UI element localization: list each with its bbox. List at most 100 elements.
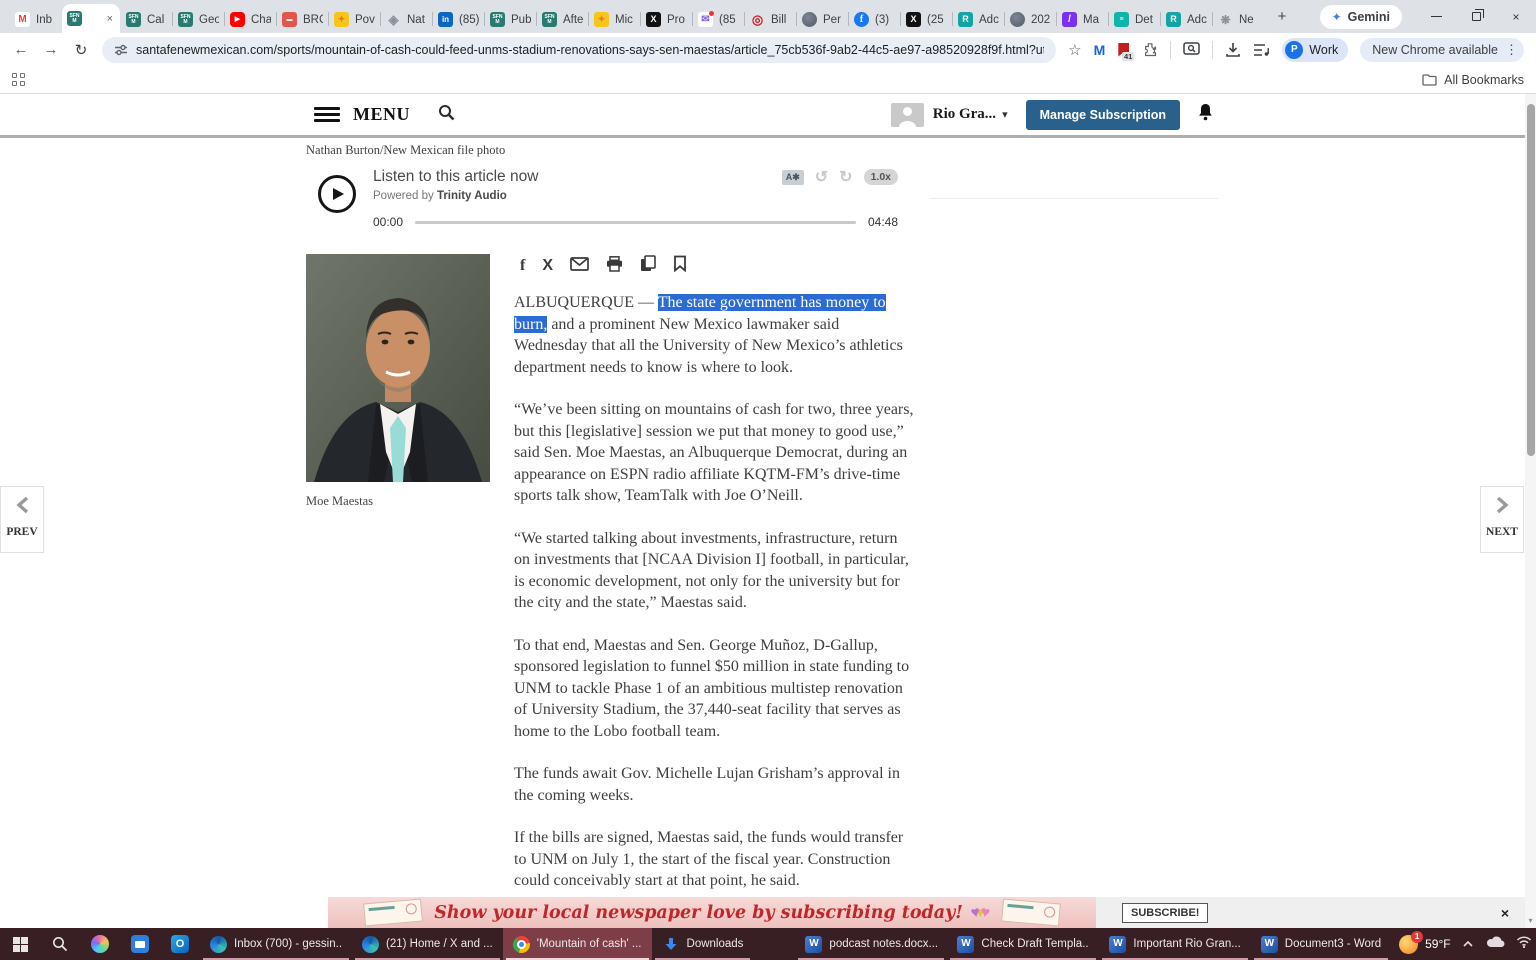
chrome-icon [513, 936, 530, 953]
youtube-favicon: ▶ [230, 12, 245, 27]
screen-search-icon[interactable] [1183, 42, 1200, 57]
browser-tab[interactable]: SFNMGeo [173, 6, 224, 33]
address-bar[interactable]: santafenewmexican.com/sports/mountain-of… [102, 37, 1056, 63]
browser-tab[interactable]: SFNMCal [121, 6, 172, 33]
browser-tab[interactable]: MInb [10, 6, 61, 33]
page-scrollbar[interactable]: ▾ [1525, 94, 1536, 928]
taskbar-copilot-button[interactable] [80, 928, 120, 960]
menu-label[interactable]: MENU [353, 104, 410, 125]
notifications-bell-icon[interactable] [1197, 103, 1214, 127]
trinity-audio-brand[interactable]: Trinity Audio [437, 190, 507, 202]
email-share-icon[interactable] [570, 257, 589, 276]
browser-tab[interactable]: f(3) [849, 6, 900, 33]
playback-rate-button[interactable]: 1.0x [864, 169, 898, 185]
tab-close-icon[interactable]: × [105, 13, 115, 25]
remote-desktop-icon [131, 935, 149, 953]
tray-chevron-up-icon[interactable] [1462, 935, 1474, 953]
site-settings-icon[interactable] [114, 43, 128, 57]
rewind-10-icon[interactable]: ↺ [815, 167, 828, 187]
toolbar-divider [1212, 41, 1213, 59]
browser-tab[interactable]: ◎Bill [745, 6, 796, 33]
restore-icon [1472, 12, 1481, 21]
profile-avatar: P [1285, 41, 1303, 59]
extensions-puzzle-icon[interactable] [1142, 42, 1158, 58]
refresh-button[interactable]: ↻ [72, 41, 90, 59]
browser-tab[interactable]: SFNMAfte [537, 6, 588, 33]
browser-tab[interactable]: ≡Det [1109, 6, 1160, 33]
taskbar-window-edge[interactable]: Inbox (700) - gessin... [200, 928, 352, 960]
browser-tab[interactable]: RAdc [1161, 6, 1212, 33]
download-icon[interactable] [1225, 42, 1241, 58]
browser-tab[interactable]: ▶Cha [225, 6, 276, 33]
window-restore-button[interactable] [1456, 0, 1496, 33]
play-button[interactable] [318, 175, 356, 213]
taskbar-window-word[interactable]: Wpodcast notes.docx... [795, 928, 947, 960]
facebook-share-icon[interactable]: f [520, 257, 525, 275]
x-share-icon[interactable]: X [542, 257, 553, 275]
taskbar-window-word[interactable]: WDocument3 - Word [1251, 928, 1391, 960]
browser-tab[interactable]: in(85) [433, 6, 484, 33]
chrome-update-chip[interactable]: New Chrome available ⋮ [1360, 38, 1524, 62]
window-close-button[interactable]: × [1496, 0, 1536, 33]
voice-settings-icon[interactable]: A✱ [782, 170, 804, 185]
copy-link-icon[interactable] [640, 255, 656, 277]
browser-tab[interactable]: ❋Ne [1213, 6, 1264, 33]
apps-grid-icon[interactable] [12, 73, 25, 86]
taskbar-window-edge[interactable]: (21) Home / X and ... [352, 928, 503, 960]
prev-article-button[interactable]: PREV [0, 486, 44, 553]
taskbar-window-chrome[interactable]: 'Mountain of cash' ... [503, 928, 652, 960]
taskbar-start-button[interactable] [0, 928, 40, 960]
gemini-button[interactable]: ✦ Gemini [1320, 5, 1402, 29]
save-bookmark-icon[interactable] [673, 255, 687, 277]
next-article-button[interactable]: NEXT [1480, 486, 1524, 553]
taskbar-remote-desktop-button[interactable] [120, 928, 160, 960]
reading-list-icon[interactable] [1253, 43, 1270, 57]
chevron-down-icon[interactable]: ▾ [1002, 108, 1008, 121]
progress-bar[interactable] [415, 221, 856, 224]
onedrive-cloud-icon[interactable] [1485, 935, 1505, 953]
browser-tab[interactable]: 202 [1005, 6, 1056, 33]
browser-tab[interactable]: ✦Mic [589, 6, 640, 33]
browser-tab[interactable]: ◈Nat [381, 6, 432, 33]
browser-tab[interactable]: X(25 [901, 6, 952, 33]
malwarebytes-extension-icon[interactable]: M [1094, 42, 1106, 58]
bookmark-star-icon[interactable]: ☆ [1068, 41, 1081, 59]
forward-button[interactable]: → [42, 41, 60, 58]
taskbar-window-downloads[interactable]: Downloads [652, 928, 754, 960]
window-minimize-button[interactable] [1416, 0, 1456, 33]
browser-tab[interactable]: /Ma [1057, 6, 1108, 33]
manage-subscription-button[interactable]: Manage Subscription [1026, 100, 1180, 130]
more-menu-icon[interactable]: ⋮ [1505, 42, 1518, 58]
taskbar-outlook-button[interactable]: O [160, 928, 200, 960]
all-bookmarks-button[interactable]: All Bookmarks [1422, 73, 1524, 87]
browser-tab-active[interactable]: SFNM× [62, 4, 120, 33]
browser-tab[interactable]: SFNMPub [485, 6, 536, 33]
hamburger-menu-icon[interactable] [314, 107, 340, 122]
forward-10-icon[interactable]: ↻ [839, 167, 852, 187]
wifi-icon[interactable] [1516, 935, 1532, 953]
browser-tab[interactable]: ✦Pov [329, 6, 380, 33]
search-icon[interactable] [438, 104, 455, 126]
weather-widget[interactable]: 1 59°F [1399, 935, 1450, 954]
url-text[interactable]: santafenewmexican.com/sports/mountain-of… [136, 43, 1044, 57]
browser-tab[interactable]: RAdc [953, 6, 1004, 33]
banner-artwork[interactable]: Show your local newspaper love by subscr… [328, 897, 1096, 928]
browser-tab[interactable]: Per [797, 6, 848, 33]
profile-chip[interactable]: P Work [1282, 38, 1348, 62]
browser-tab[interactable]: ✉(85 [693, 6, 744, 33]
scrollbar-thumb[interactable] [1527, 104, 1535, 456]
subscribe-button[interactable]: SUBSCRIBE! [1122, 903, 1208, 923]
taskbar-window-word[interactable]: WImportant Rio Gran... [1099, 928, 1250, 960]
banner-close-icon[interactable]: × [1501, 905, 1509, 921]
taskbar-window-word[interactable]: WCheck Draft Templa... [947, 928, 1099, 960]
browser-tab[interactable]: ▬BRC [277, 6, 328, 33]
back-button[interactable]: ← [12, 41, 30, 58]
new-tab-button[interactable]: + [1268, 3, 1296, 31]
scrollbar-down-arrow[interactable]: ▾ [1525, 916, 1536, 925]
bookmark-extension-icon[interactable]: 41 [1117, 42, 1130, 58]
mail-favicon: ✉ [698, 12, 713, 27]
taskbar-search-button[interactable] [40, 928, 80, 960]
browser-tab[interactable]: XPro [641, 6, 692, 33]
account-name[interactable]: Rio Gra... [933, 106, 996, 123]
print-icon[interactable] [606, 256, 623, 277]
